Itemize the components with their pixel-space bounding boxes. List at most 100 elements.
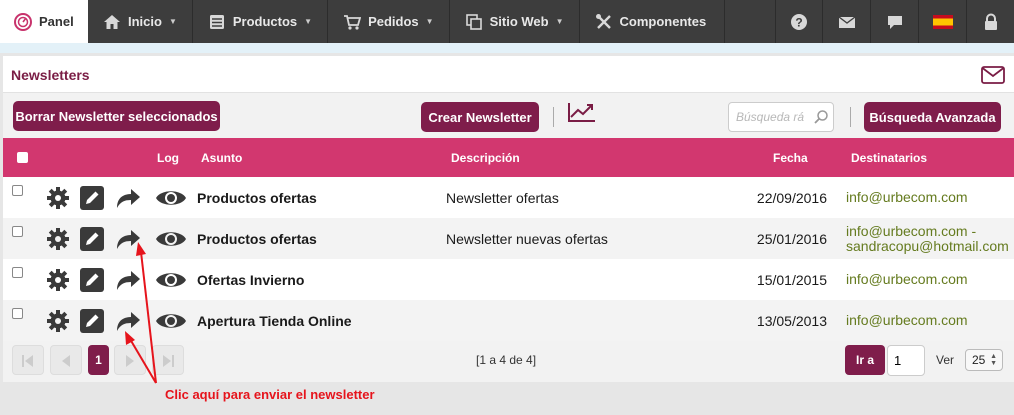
column-header-asunto[interactable]: Asunto [201, 151, 242, 165]
envelope-icon[interactable] [981, 66, 1005, 84]
eye-icon[interactable] [155, 309, 187, 333]
nav-panel-label: Panel [39, 14, 74, 29]
per-page-label: Ver [936, 353, 955, 367]
gear-icon[interactable] [46, 227, 70, 251]
logout-button[interactable] [966, 0, 1014, 43]
prev-page-button[interactable] [50, 345, 82, 375]
first-page-icon [22, 355, 33, 367]
row-descripcion: Newsletter ofertas [446, 190, 559, 206]
row-fecha: 22/09/2016 [756, 190, 827, 206]
chat-button[interactable] [870, 0, 918, 43]
goto-page-button[interactable]: Ir a [845, 345, 885, 375]
svg-text:?: ? [795, 15, 802, 29]
mail-icon [838, 15, 855, 28]
gear-icon[interactable] [46, 309, 70, 333]
nav-item-sitio-web[interactable]: Sitio Web ▼ [450, 0, 580, 43]
gear-icon[interactable] [46, 268, 70, 292]
eye-icon[interactable] [155, 227, 187, 251]
toolbar-divider [850, 107, 851, 127]
edit-pencil-icon[interactable] [80, 186, 104, 210]
create-newsletter-button[interactable]: Crear Newsletter [421, 102, 539, 132]
row-checkbox[interactable] [12, 267, 23, 278]
stats-chart-icon[interactable] [567, 101, 597, 123]
caret-down-icon: ▼ [555, 17, 564, 26]
last-page-button[interactable] [152, 345, 184, 375]
column-header-fecha[interactable]: Fecha [773, 151, 808, 165]
edit-pencil-icon[interactable] [80, 309, 104, 333]
eye-icon[interactable] [155, 268, 187, 292]
column-header-log: Log [157, 151, 179, 165]
column-header-destinatarios[interactable]: Destinatarios [851, 151, 927, 165]
row-descripcion: Newsletter nuevas ofertas [446, 231, 608, 247]
nav-item-label: Pedidos [368, 14, 419, 29]
recipient-email: info@urbecom.com - [846, 223, 977, 239]
annotation-text: Clic aquí para enviar el newsletter [165, 387, 375, 402]
gear-icon[interactable] [46, 186, 70, 210]
nav-panel-tab[interactable]: Panel [0, 0, 88, 43]
row-destinatarios: info@urbecom.com [846, 190, 968, 205]
search-icon[interactable] [813, 109, 829, 125]
messages-button[interactable] [822, 0, 870, 43]
quick-search-input[interactable] [729, 103, 809, 131]
goto-page-input[interactable] [887, 345, 925, 376]
page: Panel Inicio ▼ Productos ▼ Pedidos ▼ Sit… [0, 0, 1014, 415]
edit-pencil-icon[interactable] [80, 268, 104, 292]
home-icon [104, 14, 120, 29]
row-checkbox[interactable] [12, 185, 23, 196]
row-asunto: Productos ofertas [197, 190, 317, 206]
send-arrow-icon[interactable] [114, 309, 142, 333]
help-button[interactable]: ? [775, 0, 822, 43]
recipient-email: info@urbecom.com [846, 271, 968, 287]
per-page-select[interactable]: 25 ▲ ▼ [965, 349, 1003, 371]
flag-spain-icon [932, 14, 953, 29]
recipient-email: sandracopu@hotmail.com [846, 238, 1009, 254]
send-arrow-icon[interactable] [114, 227, 142, 251]
website-icon [465, 13, 482, 30]
table-row: Apertura Tienda Online 13/05/2013 info@u… [3, 300, 1014, 341]
row-fecha: 25/01/2016 [756, 231, 827, 247]
send-arrow-icon[interactable] [114, 186, 142, 210]
recipient-email: info@urbecom.com [846, 189, 968, 205]
language-button[interactable] [918, 0, 966, 43]
current-page-button[interactable]: 1 [88, 345, 109, 375]
row-destinatarios: info@urbecom.com - sandracopu@hotmail.com [846, 224, 1009, 254]
toolbar: Borrar Newsletter seleccionados Crear Ne… [3, 92, 1014, 138]
nav-item-componentes[interactable]: Componentes [580, 0, 726, 43]
select-all-checkbox[interactable] [17, 152, 28, 163]
help-icon: ? [791, 13, 807, 30]
page-title: Newsletters [11, 67, 90, 83]
caret-down-icon: ▼ [168, 17, 177, 26]
lock-icon [984, 13, 997, 30]
delete-selected-button[interactable]: Borrar Newsletter seleccionados [13, 101, 220, 131]
eye-icon[interactable] [155, 186, 187, 210]
dashboard-icon [14, 12, 32, 31]
edit-pencil-icon[interactable] [80, 227, 104, 251]
row-fecha: 15/01/2015 [756, 272, 827, 288]
column-header-descripcion[interactable]: Descripción [451, 151, 520, 165]
nav-item-label: Componentes [619, 14, 707, 29]
next-page-icon [126, 355, 134, 367]
row-asunto: Productos ofertas [197, 231, 317, 247]
table-row: Ofertas Invierno 15/01/2015 info@urbecom… [3, 259, 1014, 300]
table-header: Log Asunto Descripción Fecha Destinatari… [3, 138, 1014, 177]
last-page-icon [163, 355, 174, 367]
row-checkbox[interactable] [12, 308, 23, 319]
caret-down-icon: ▼ [304, 17, 313, 26]
first-page-button[interactable] [12, 345, 44, 375]
table-row: Productos ofertas Newsletter ofertas 22/… [3, 177, 1014, 218]
nav-item-inicio[interactable]: Inicio ▼ [88, 0, 193, 43]
select-arrows-icon: ▲ ▼ [990, 353, 997, 367]
nav-item-pedidos[interactable]: Pedidos ▼ [328, 0, 450, 43]
next-page-button[interactable] [114, 345, 146, 375]
info-strip [0, 43, 1014, 53]
row-checkbox[interactable] [12, 226, 23, 237]
advanced-search-button[interactable]: Búsqueda Avanzada [864, 102, 1001, 132]
pagination-bar: 1 [1 a 4 de 4] Ir a Ver 25 ▲▼ [3, 341, 1014, 382]
send-arrow-icon[interactable] [114, 268, 142, 292]
per-page-value: 25 [972, 353, 986, 367]
caret-down-icon: ▼ [425, 17, 434, 26]
row-destinatarios: info@urbecom.com [846, 272, 968, 287]
row-asunto: Apertura Tienda Online [197, 313, 352, 329]
tools-icon [595, 13, 611, 29]
nav-item-productos[interactable]: Productos ▼ [193, 0, 329, 43]
